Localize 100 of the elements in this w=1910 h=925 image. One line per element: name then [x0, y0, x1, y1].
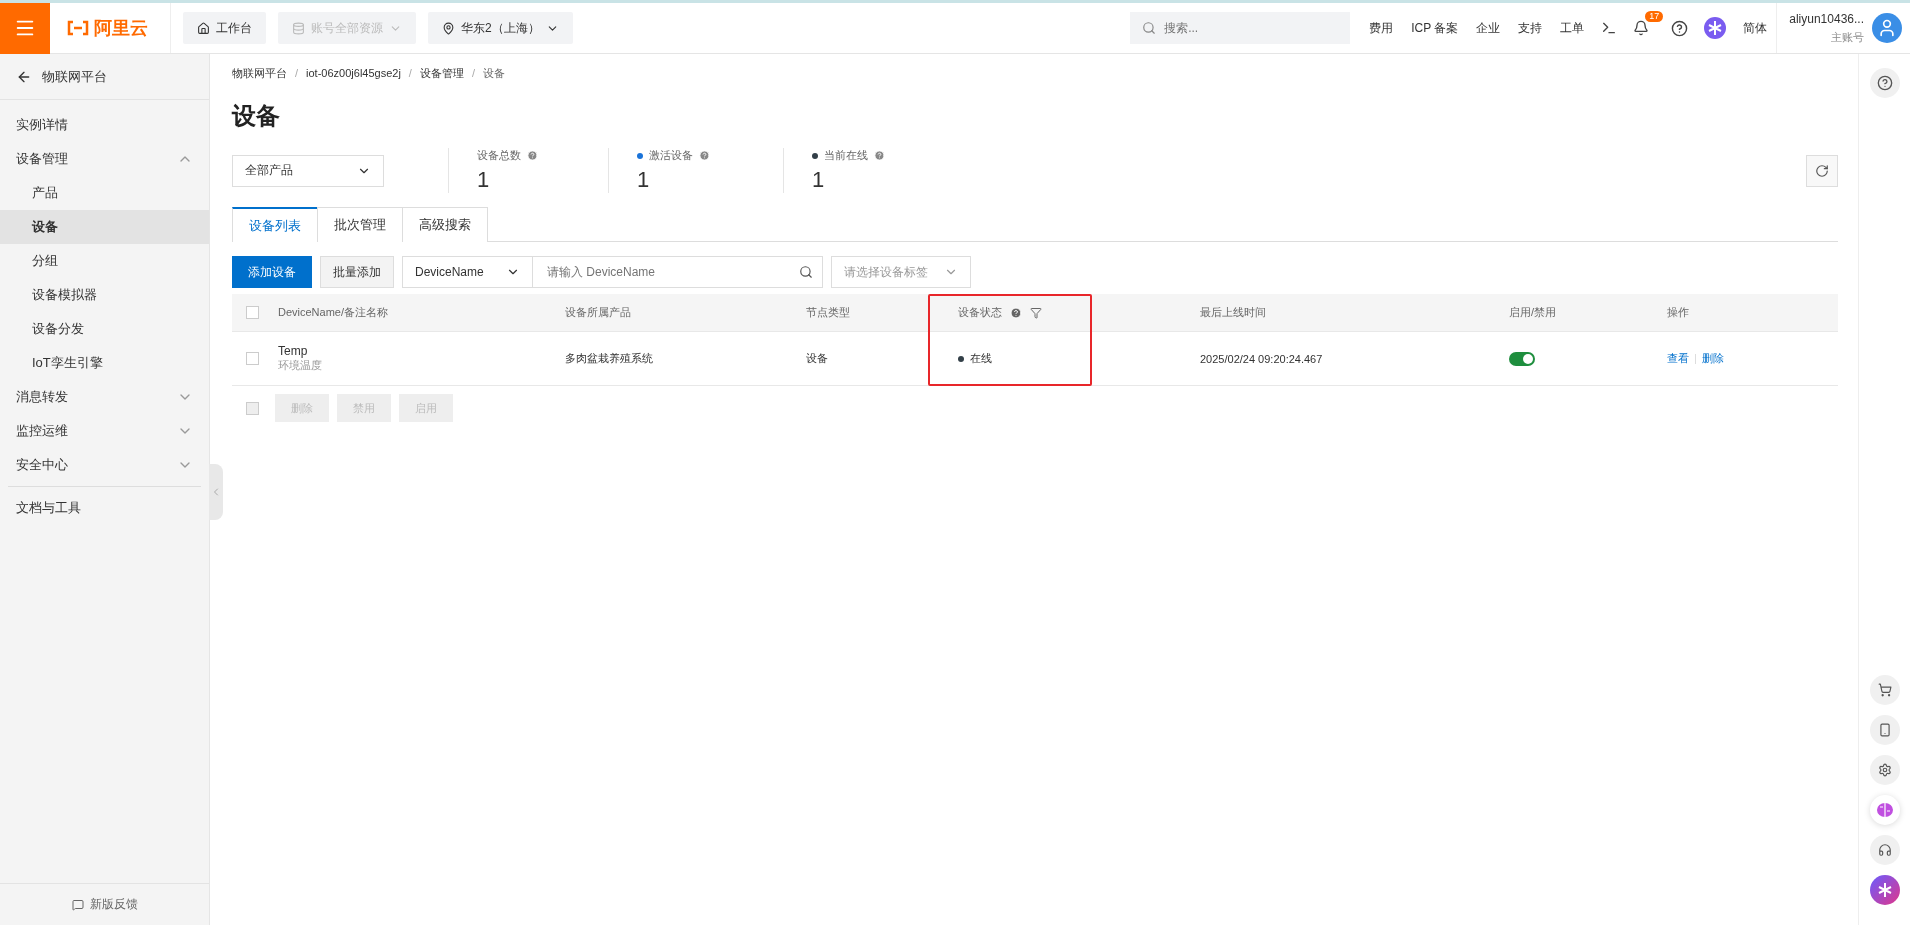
terminal-icon [1601, 20, 1618, 36]
language-link[interactable]: 简体 [1734, 19, 1777, 37]
stat-value: 1 [637, 167, 651, 193]
sidebar-item[interactable]: 设备管理 [0, 142, 209, 176]
app-button[interactable] [1869, 715, 1900, 745]
breadcrumb-link[interactable]: 设备管理 [419, 65, 464, 81]
nav-link[interactable]: ICP 备案 [1402, 19, 1468, 37]
settings-icon [1877, 763, 1892, 777]
help-icon [1876, 75, 1893, 91]
settings-button[interactable] [1869, 755, 1900, 785]
refresh-icon [1815, 163, 1829, 178]
help-button[interactable] [1869, 68, 1900, 98]
message-icon [71, 898, 84, 911]
status-dot [958, 355, 964, 362]
column-header: 最后上线时间 [1200, 305, 1266, 320]
breadcrumb-link[interactable]: 物联网平台 [232, 65, 287, 81]
collapse-handle[interactable] [209, 464, 223, 520]
stat-label: 当前在线 [824, 148, 868, 163]
sparkle-icon [1876, 882, 1893, 898]
sidebar-item[interactable]: 实例详情 [0, 108, 209, 142]
sidebar-item[interactable]: 安全中心 [0, 448, 209, 482]
assistant-button[interactable] [1869, 875, 1900, 905]
workbench-button[interactable]: 工作台 [183, 12, 266, 44]
toggle-switch[interactable] [1509, 351, 1535, 366]
device-note: 环境温度 [278, 358, 322, 373]
stat-label: 设备总数 [477, 148, 521, 163]
bell-icon [1633, 20, 1650, 36]
sidebar-item[interactable]: 设备模拟器 [0, 278, 209, 312]
sidebar-item[interactable]: 设备 [0, 210, 209, 244]
column-header: 设备状态 [958, 305, 1002, 320]
brain-icon [1875, 802, 1894, 818]
checkbox[interactable] [246, 352, 259, 365]
column-header: 节点类型 [806, 305, 850, 320]
tab[interactable]: 设备列表 [232, 207, 318, 242]
checkbox[interactable] [246, 306, 259, 319]
column-header: 启用/禁用 [1509, 305, 1557, 320]
help-icon[interactable] [699, 150, 710, 161]
account-role: 主账号 [1831, 29, 1864, 45]
action-link[interactable]: 查看 [1667, 351, 1689, 366]
column-header: 设备所属产品 [565, 305, 631, 320]
sidebar-item[interactable]: 分组 [0, 244, 209, 278]
back-link[interactable]: 物联网平台 [0, 54, 209, 100]
tab[interactable]: 批次管理 [317, 207, 403, 242]
column-header: DeviceName/备注名称 [278, 305, 389, 320]
breadcrumb-separator: / [471, 67, 475, 79]
feedback-link[interactable]: 新版反馈 [0, 883, 209, 925]
user-icon [1877, 18, 1897, 38]
assistant-icon [1704, 17, 1727, 39]
filter-icon[interactable] [1030, 306, 1042, 319]
help-icon[interactable] [1010, 306, 1022, 319]
batch-add-button[interactable]: 批量添加 [320, 256, 394, 288]
product-select[interactable]: 全部产品 [232, 154, 384, 187]
phone-icon [1877, 723, 1892, 737]
sidebar-item[interactable]: 消息转发 [0, 380, 209, 414]
nav-link[interactable]: 支持 [1509, 19, 1552, 37]
device-name: Temp [278, 344, 308, 358]
search-field[interactable]: 搜索... [1130, 12, 1351, 44]
sidebar-item[interactable]: IoT孪生引擎 [0, 346, 209, 380]
page-title: 设备 [232, 101, 281, 131]
breadcrumb-link[interactable]: 设备 [483, 65, 505, 81]
menu-button[interactable] [0, 2, 50, 54]
breadcrumb-link[interactable]: iot-06z00j6l45gse2j [306, 67, 401, 79]
help-icon[interactable] [527, 150, 538, 161]
refresh-button[interactable] [1806, 154, 1838, 187]
nav-link[interactable]: 费用 [1360, 19, 1403, 37]
status-text: 在线 [970, 351, 992, 366]
table-cell: 设备 [806, 351, 828, 366]
database-icon [292, 21, 305, 35]
support-button[interactable] [1869, 835, 1900, 865]
help-icon [1671, 19, 1689, 37]
cart-icon [1877, 683, 1892, 697]
avatar[interactable] [1872, 13, 1902, 43]
breadcrumb-separator: / [408, 67, 412, 79]
headset-icon [1877, 843, 1892, 857]
logo-text: 阿里云 [94, 17, 148, 40]
location-pin-icon [442, 21, 455, 35]
field-select[interactable]: DeviceName [402, 256, 533, 288]
sidebar-item[interactable]: 产品 [0, 176, 209, 210]
breadcrumb-separator: / [295, 67, 299, 79]
table-cell: 多肉盆栽养殖系统 [565, 351, 653, 366]
nav-link[interactable]: 工单 [1551, 19, 1594, 37]
ai-button[interactable] [1869, 795, 1900, 825]
tab[interactable]: 高级搜索 [402, 207, 488, 242]
stat-label: 激活设备 [649, 148, 693, 163]
sidebar-item[interactable]: 设备分发 [0, 312, 209, 346]
add-device-button[interactable]: 添加设备 [232, 256, 312, 288]
nav-link[interactable]: 企业 [1467, 19, 1510, 37]
stat-value: 1 [812, 167, 826, 193]
region-dropdown[interactable]: 华东2（上海） [428, 12, 573, 44]
cart-button[interactable] [1869, 675, 1900, 705]
sidebar-item[interactable]: 监控运维 [0, 414, 209, 448]
action-link[interactable]: 删除 [1702, 351, 1724, 366]
device-search-field[interactable]: 请输入 DeviceName [533, 256, 823, 288]
stat-value: 1 [477, 167, 491, 193]
help-icon[interactable] [874, 150, 885, 161]
home-icon [197, 21, 210, 35]
column-header: 操作 [1667, 305, 1689, 320]
logo-icon [66, 20, 90, 36]
notification-count: 17 [1645, 11, 1664, 22]
sidebar-item[interactable]: 文档与工具 [0, 491, 209, 525]
